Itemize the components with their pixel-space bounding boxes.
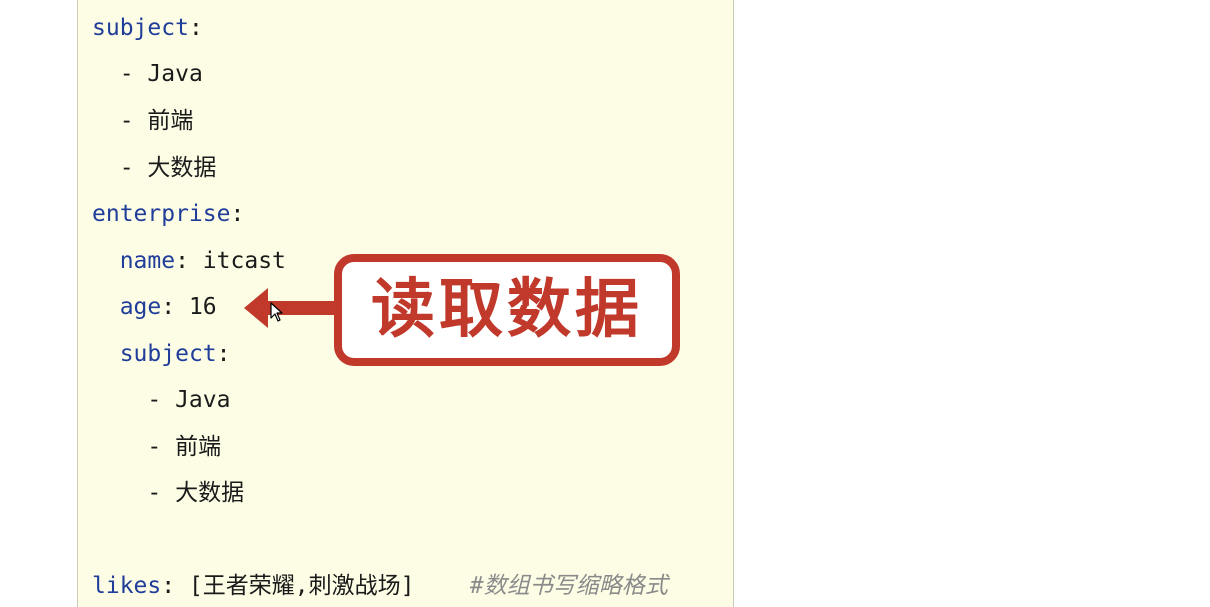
yaml-value: - Java	[119, 61, 203, 87]
yaml-key: likes	[92, 573, 162, 599]
code-line-list-item: - 前端	[92, 432, 221, 462]
yaml-key: subject	[92, 15, 189, 41]
yaml-value: - 前端	[119, 108, 194, 134]
code-line-enterprise: enterprise:	[92, 199, 244, 229]
mouse-pointer-icon	[270, 302, 283, 322]
yaml-key: age	[119, 294, 162, 320]
yaml-colon: :	[161, 294, 176, 320]
yaml-value: [王者荣耀,刺激战场]	[175, 573, 415, 599]
yaml-value: 16	[175, 294, 217, 320]
yaml-value: - 大数据	[119, 155, 217, 181]
code-line-age: age: 16	[92, 292, 217, 322]
yaml-key: enterprise	[92, 201, 231, 227]
yaml-colon: :	[216, 341, 231, 367]
yaml-value: - 前端	[147, 434, 222, 460]
code-line-list-item: - 大数据	[92, 153, 217, 183]
yaml-value: - Java	[147, 387, 231, 413]
read-data-callout: 读取数据	[334, 254, 680, 366]
yaml-key: name	[119, 248, 176, 274]
code-line-list-item: - 大数据	[92, 478, 244, 508]
left-arrow-icon	[244, 288, 340, 328]
code-line-list-item: - Java	[92, 385, 230, 415]
code-line-likes: likes: [王者荣耀,刺激战场] #数组书写缩略格式	[92, 571, 668, 601]
yaml-comment: #数组书写缩略格式	[414, 573, 668, 599]
yaml-colon: :	[230, 201, 245, 227]
yaml-value: itcast	[188, 248, 286, 274]
callout-label: 读取数据	[371, 273, 643, 347]
yaml-colon: :	[175, 248, 189, 274]
yaml-colon: :	[188, 15, 203, 41]
yaml-value: - 大数据	[147, 480, 245, 506]
code-line-subject-nested: subject:	[92, 339, 231, 369]
code-line-subject: subject:	[92, 13, 203, 43]
code-line-list-item: - 前端	[92, 106, 194, 136]
code-line-list-item: - Java	[92, 59, 203, 89]
code-line-name: name: itcast	[92, 246, 286, 276]
yaml-colon: :	[161, 573, 176, 599]
yaml-key: subject	[119, 341, 217, 367]
